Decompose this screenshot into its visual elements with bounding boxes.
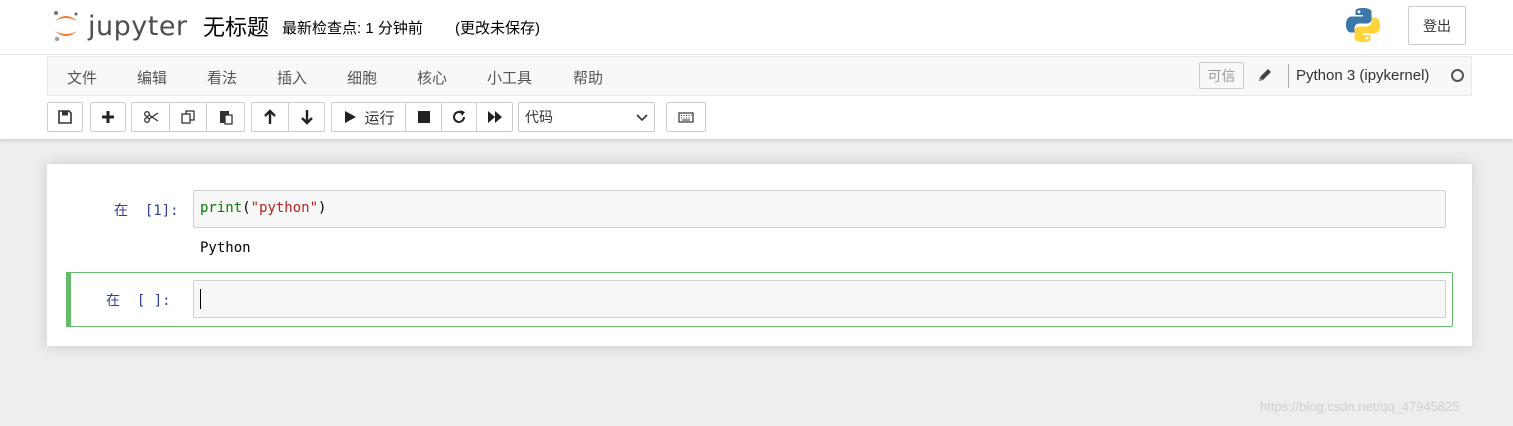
menu-insert[interactable]: 插入 xyxy=(277,67,307,88)
stop-icon xyxy=(417,111,430,123)
menu-file[interactable]: 文件 xyxy=(67,67,97,88)
command-palette-button[interactable] xyxy=(666,102,706,132)
restart-icon xyxy=(453,110,465,123)
kernel-name[interactable]: Python 3 (ipykernel) xyxy=(1296,67,1429,84)
notebook-container: 在 [1]: print("python") Python 在 [ ]: xyxy=(47,164,1472,346)
cut-icon xyxy=(143,111,158,123)
cell-prompt: 在 [1]: xyxy=(114,203,179,219)
cut-button[interactable] xyxy=(131,102,170,132)
copy-icon xyxy=(181,110,195,124)
text-cursor xyxy=(200,289,201,309)
autosave-status: (更改未保存) xyxy=(455,20,540,37)
cell-prompt: 在 [ ]: xyxy=(106,293,171,309)
menu-view[interactable]: 看法 xyxy=(207,67,237,88)
kernel-separator xyxy=(1288,64,1289,88)
paste-icon xyxy=(219,111,233,125)
header: jupyter 无标题 最新检查点: 1 分钟前 (更改未保存) 登出 文件 编… xyxy=(0,0,1513,139)
play-icon xyxy=(345,111,357,123)
move-down-button[interactable] xyxy=(288,102,325,132)
cell-output: Python xyxy=(200,240,251,256)
code-input-area[interactable] xyxy=(193,280,1446,318)
chevron-down-icon xyxy=(636,114,648,122)
run-label: 运行 xyxy=(364,109,395,127)
cell-selection-bar xyxy=(66,272,71,327)
restart-run-all-button[interactable] xyxy=(476,102,513,132)
save-button[interactable] xyxy=(47,102,83,132)
top-bar: jupyter 无标题 最新检查点: 1 分钟前 (更改未保存) 登出 xyxy=(0,0,1513,55)
pencil-icon[interactable] xyxy=(1256,66,1274,84)
fast-forward-icon xyxy=(487,111,502,123)
plus-icon xyxy=(102,111,114,123)
cell-type-select[interactable]: 代码 xyxy=(518,102,655,132)
interrupt-button[interactable] xyxy=(405,102,442,132)
menu-cell[interactable]: 细胞 xyxy=(347,67,377,88)
menu-edit[interactable]: 编辑 xyxy=(137,67,167,88)
jupyter-logo-icon xyxy=(54,11,78,42)
code-text: print("python") xyxy=(200,200,327,216)
arrow-up-icon xyxy=(264,109,276,124)
watermark: https://blog.csdn.net/qq_47945825 xyxy=(1260,399,1460,414)
code-input-area[interactable]: print("python") xyxy=(193,190,1446,228)
trusted-badge[interactable]: 可信 xyxy=(1199,62,1244,89)
keyboard-icon xyxy=(678,112,694,123)
notebook-name[interactable]: 无标题 xyxy=(203,10,269,42)
jupyter-logo[interactable]: jupyter xyxy=(52,8,188,44)
checkpoint-status: 最新检查点: 1 分钟前 xyxy=(282,20,423,37)
logout-button[interactable]: 登出 xyxy=(1408,6,1466,45)
python-logo-icon xyxy=(1346,8,1380,42)
arrow-down-icon xyxy=(300,110,313,125)
restart-button[interactable] xyxy=(441,102,477,132)
save-icon xyxy=(58,110,72,124)
run-button[interactable]: 运行 xyxy=(331,102,406,132)
insert-cell-button[interactable] xyxy=(90,102,126,132)
menu-widgets[interactable]: 小工具 xyxy=(487,67,532,88)
menu-kernel[interactable]: 核心 xyxy=(417,67,447,88)
copy-button[interactable] xyxy=(169,102,207,132)
logo-text: jupyter xyxy=(88,10,188,42)
kernel-idle-indicator xyxy=(1451,69,1464,82)
menu-help[interactable]: 帮助 xyxy=(573,67,603,88)
paste-button[interactable] xyxy=(206,102,245,132)
move-up-button[interactable] xyxy=(251,102,289,132)
menu-bar: 文件 编辑 看法 插入 细胞 核心 小工具 帮助 可信 Python 3 (ip… xyxy=(47,56,1472,96)
cell-type-value: 代码 xyxy=(525,109,553,125)
selected-cell[interactable]: 在 [ ]: xyxy=(66,272,1453,327)
